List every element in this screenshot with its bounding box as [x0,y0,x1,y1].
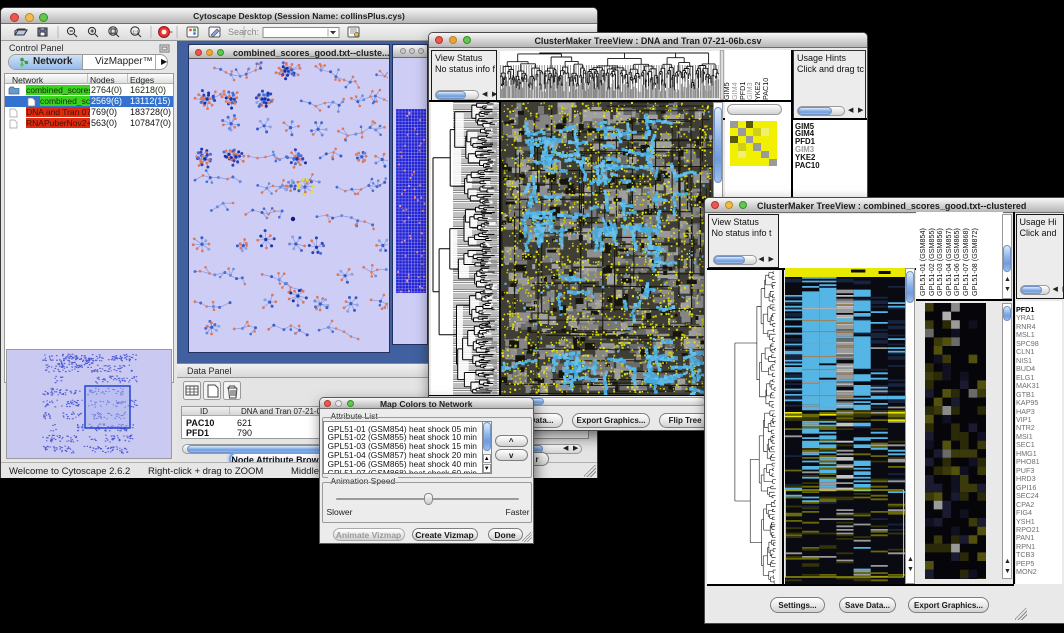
svg-text:Search:: Search: [228,27,259,37]
svg-text:1:1: 1:1 [133,30,140,35]
